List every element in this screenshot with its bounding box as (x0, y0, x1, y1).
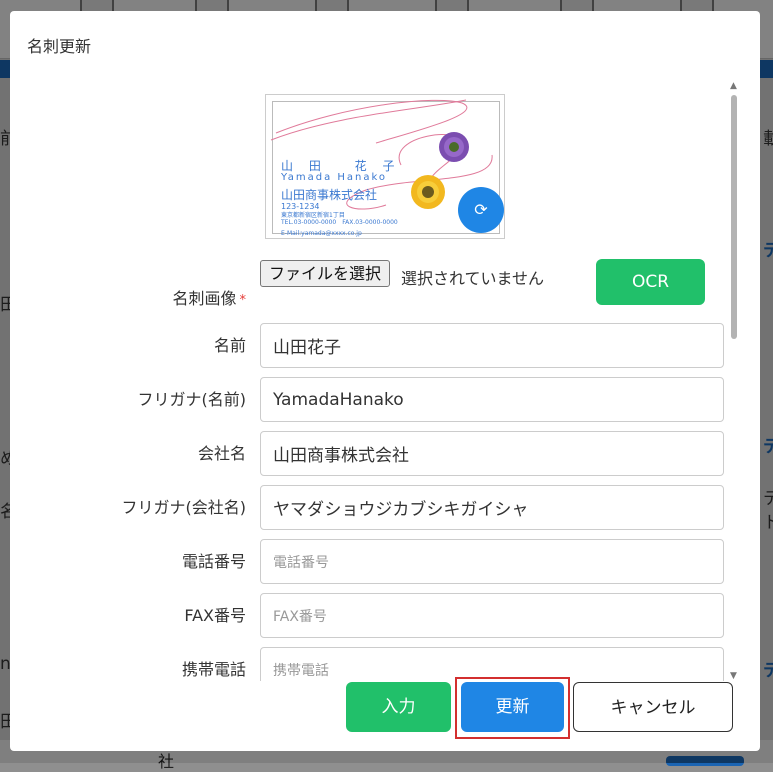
scroll-up-arrow-icon[interactable]: ▲ (730, 81, 737, 91)
company-furigana-label: フリガナ(会社名) (121, 498, 247, 517)
name-field[interactable] (260, 323, 724, 368)
company-label: 会社名 (197, 444, 246, 463)
rotate-icon: ⟳ (474, 200, 488, 219)
card-zip-text: 123-1234 (281, 202, 320, 211)
file-status-text: 選択されていません (401, 269, 545, 288)
name-label: 名前 (213, 336, 246, 355)
card-romaji-text: Yamada Hanako (281, 172, 388, 183)
required-mark: * (239, 293, 247, 308)
mobile-field[interactable] (260, 647, 724, 681)
name-furigana-label: フリガナ(名前) (137, 390, 247, 409)
cancel-button[interactable]: キャンセル (573, 682, 733, 732)
card-image-label: 名刺画像 * (172, 289, 247, 308)
card-address-text: 東京都新宿区新宿1丁目 TEL.03-0000-0000 FAX.03-0000… (281, 212, 398, 226)
modal-body[interactable]: 山 田 花 子 Yamada Hanako 山田商事株式会社 123-1234 … (10, 81, 760, 681)
business-card-update-modal: 名刺更新 山 田 花 子 Yamada Hanako 山田商事株式会社 123-… (10, 11, 760, 751)
update-button[interactable]: 更新 (461, 682, 564, 732)
card-company-text: 山田商事株式会社 (281, 188, 378, 202)
company-furigana-field[interactable] (260, 485, 724, 530)
phone-label: 電話番号 (181, 552, 246, 571)
phone-field[interactable] (260, 539, 724, 584)
scroll-down-arrow-icon[interactable]: ▼ (730, 671, 737, 681)
scroll-thumb[interactable] (731, 95, 737, 339)
ocr-button[interactable]: OCR (596, 259, 705, 305)
input-button[interactable]: 入力 (346, 682, 451, 732)
company-field[interactable] (260, 431, 724, 476)
modal-scrollbar[interactable]: ▲ ▼ (727, 81, 741, 681)
name-furigana-field[interactable] (260, 377, 724, 422)
purple-flower-icon (439, 132, 469, 162)
mobile-label: 携帯電話 (181, 660, 246, 679)
card-email-text: E-Mail:yamada@xxxx.co.jp (281, 230, 362, 237)
modal-title: 名刺更新 (27, 37, 92, 56)
fax-label: FAX番号 (184, 606, 246, 625)
fax-field[interactable] (260, 593, 724, 638)
choose-file-button[interactable]: ファイルを選択 (260, 260, 391, 287)
rotate-image-button[interactable]: ⟳ (458, 187, 504, 233)
yellow-flower-icon (411, 175, 445, 209)
